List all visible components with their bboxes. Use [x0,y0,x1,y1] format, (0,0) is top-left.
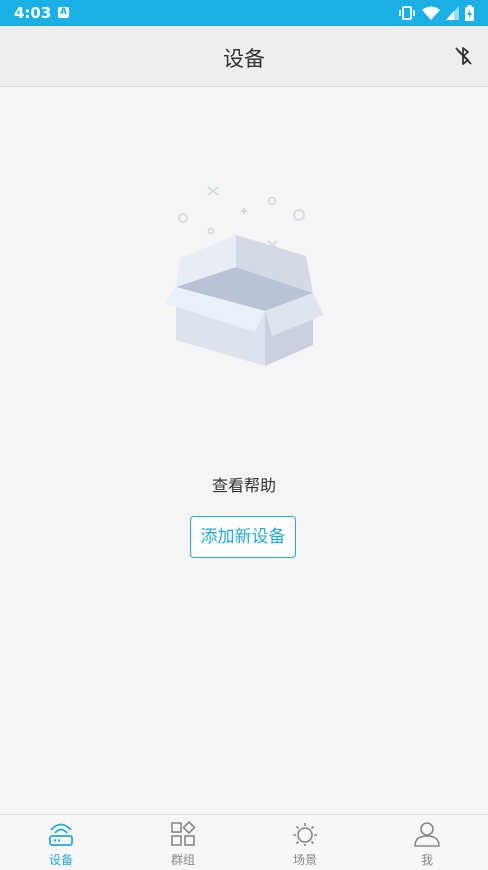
router-icon [49,823,73,846]
status-icons [398,4,474,22]
sun-icon [293,823,317,846]
status-time: 4:03 [14,4,52,22]
notification-app-icon: A [58,7,69,18]
tab-devices[interactable]: 设备 [0,815,122,870]
tab-groups[interactable]: 群组 [122,815,244,870]
tab-scenes[interactable]: 场景 [244,815,366,870]
tab-label: 设备 [48,853,73,867]
empty-box-illustration [165,186,324,366]
tab-me[interactable]: 我 [366,815,488,870]
help-link[interactable]: 查看帮助 [0,472,488,496]
add-device-button[interactable]: 添加新设备 [190,516,296,558]
bluetooth-off-icon[interactable] [452,45,474,67]
tab-label: 群组 [170,853,195,867]
vibrate-icon [399,6,415,20]
notification-app-letter: A [60,7,67,17]
tab-label: 我 [420,853,433,867]
wifi-icon [422,6,440,20]
person-icon [414,822,440,847]
app-bar: 设备 [0,26,488,87]
status-bar: 4:03 A [0,0,488,26]
signal-icon [446,6,459,20]
tab-bar: 设备 群组 场景 我 [0,814,488,870]
page-title: 设备 [223,47,265,71]
group-grid-icon [171,821,196,846]
battery-icon [465,5,474,21]
tab-label: 场景 [292,853,317,867]
